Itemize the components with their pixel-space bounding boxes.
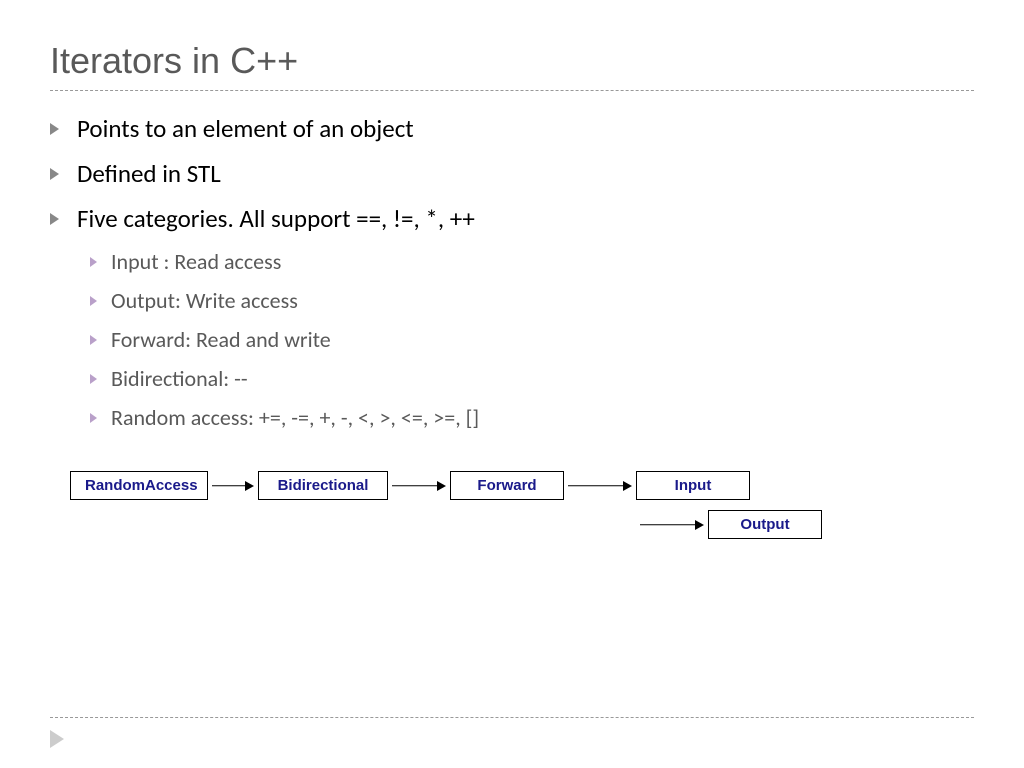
bullet-main-2: Five categories. All support ==, !=, *, … xyxy=(50,203,974,234)
diagram-row-1: RandomAccess Bidirectional Forward Input xyxy=(70,471,974,500)
bullet-sub-2: Forward: Read and write xyxy=(90,326,974,353)
bullet-arrow-icon xyxy=(90,257,97,267)
slide-nav-arrow-icon xyxy=(50,730,64,748)
bullet-arrow-icon xyxy=(50,168,59,180)
iterator-diagram: RandomAccess Bidirectional Forward Input… xyxy=(50,471,974,539)
bullet-text: Random access: +=, -=, +, -, <, >, <=, >… xyxy=(111,404,479,431)
title-divider xyxy=(50,90,974,91)
bullet-arrow-icon xyxy=(50,213,59,225)
diagram-box-randomaccess: RandomAccess xyxy=(70,471,208,500)
diagram-box-forward: Forward xyxy=(450,471,564,500)
bullet-arrow-icon xyxy=(90,413,97,423)
bullet-main-0: Points to an element of an object xyxy=(50,113,974,144)
bullet-arrow-icon xyxy=(90,335,97,345)
bullet-text: Forward: Read and write xyxy=(111,326,331,353)
arrow-right-icon xyxy=(388,478,450,494)
bullet-arrow-icon xyxy=(90,374,97,384)
bullet-text: Points to an element of an object xyxy=(77,113,414,144)
arrow-right-icon xyxy=(564,478,636,494)
bullet-text: Five categories. All support ==, !=, *, … xyxy=(77,203,475,234)
bullet-list: Points to an element of an object Define… xyxy=(50,113,974,431)
bullet-text: Input : Read access xyxy=(111,248,281,275)
bullet-sub-1: Output: Write access xyxy=(90,287,974,314)
diagram-box-input: Input xyxy=(636,471,750,500)
bullet-text: Defined in STL xyxy=(77,158,221,189)
arrow-right-icon xyxy=(208,478,258,494)
diagram-box-bidirectional: Bidirectional xyxy=(258,471,388,500)
diagram-box-output: Output xyxy=(708,510,822,539)
bullet-arrow-icon xyxy=(50,123,59,135)
slide-title: Iterators in C++ xyxy=(50,40,974,82)
bullet-main-1: Defined in STL xyxy=(50,158,974,189)
bullet-sub-3: Bidirectional: -- xyxy=(90,365,974,392)
bullet-text: Bidirectional: -- xyxy=(111,365,248,392)
diagram-row-2: Output xyxy=(70,510,974,539)
bullet-sub-0: Input : Read access xyxy=(90,248,974,275)
bullet-text: Output: Write access xyxy=(111,287,298,314)
arrow-right-icon xyxy=(636,517,708,533)
bullet-sub-4: Random access: +=, -=, +, -, <, >, <=, >… xyxy=(90,404,974,431)
bullet-arrow-icon xyxy=(90,296,97,306)
footer-divider xyxy=(50,717,974,718)
